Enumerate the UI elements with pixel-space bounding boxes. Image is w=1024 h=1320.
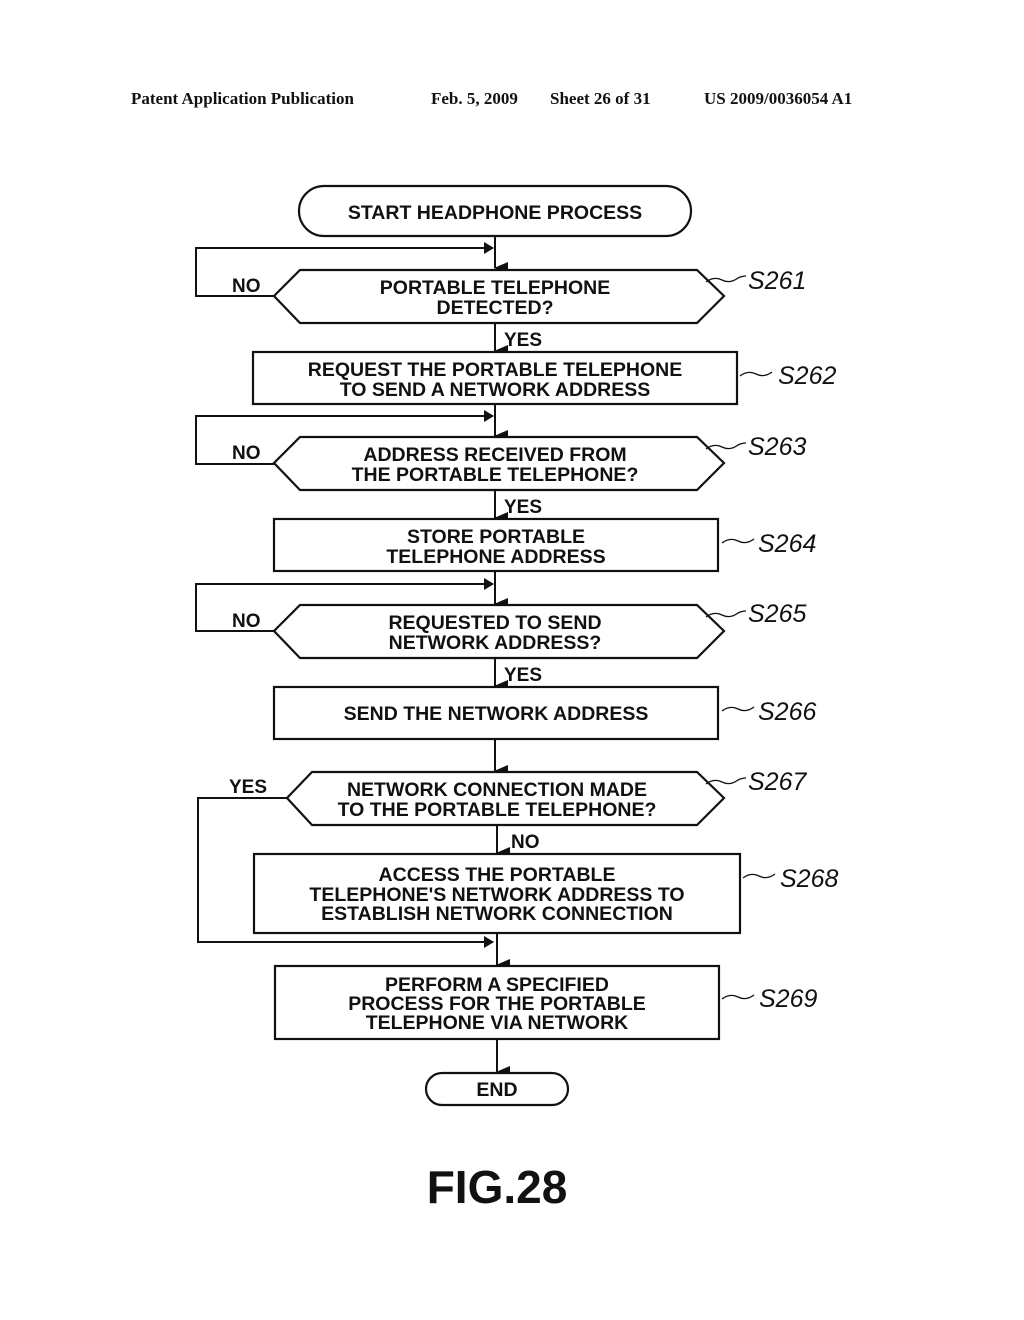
svg-text:SEND THE NETWORK ADDRESS: SEND THE NETWORK ADDRESS (344, 703, 649, 725)
svg-text:TO SEND A NETWORK ADDRESS: TO SEND A NETWORK ADDRESS (340, 379, 651, 401)
leader-line (721, 994, 755, 1000)
svg-text:REQUEST THE PORTABLE TELEPHONE: REQUEST THE PORTABLE TELEPHONE (308, 359, 683, 381)
yes-label: YES (504, 665, 542, 686)
svg-text:THE PORTABLE TELEPHONE?: THE PORTABLE TELEPHONE? (352, 464, 639, 486)
leader-line (705, 275, 747, 283)
no-label: NO (232, 443, 261, 464)
svg-text:PORTABLE TELEPHONE: PORTABLE TELEPHONE (380, 277, 610, 299)
leader-line (705, 442, 747, 450)
leader-line (739, 371, 773, 377)
yes-label: YES (504, 330, 542, 351)
decision-s263: ADDRESS RECEIVED FROM THE PORTABLE TELEP… (232, 433, 806, 518)
process-s262: REQUEST THE PORTABLE TELEPHONE TO SEND A… (251, 350, 836, 406)
no-label: NO (232, 611, 261, 632)
leader-line (721, 538, 755, 544)
svg-text:TO THE PORTABLE TELEPHONE?: TO THE PORTABLE TELEPHONE? (338, 799, 657, 821)
svg-text:ESTABLISH NETWORK CONNECTION: ESTABLISH NETWORK CONNECTION (321, 903, 673, 925)
step-label: S265 (748, 600, 806, 628)
leader-line (721, 706, 755, 712)
decision-s265: REQUESTED TO SEND NETWORK ADDRESS? NO YE… (232, 600, 806, 686)
decision-s261: PORTABLE TELEPHONE DETECTED? NO YES S261 (232, 267, 806, 351)
process-s264: STORE PORTABLE TELEPHONE ADDRESS S264 (272, 517, 816, 573)
step-label: S266 (758, 698, 816, 726)
flowchart: START HEADPHONE PROCESS PORTABLE TELEPHO… (195, 184, 838, 1213)
svg-text:STORE PORTABLE: STORE PORTABLE (407, 526, 585, 548)
svg-text:ADDRESS RECEIVED FROM: ADDRESS RECEIVED FROM (363, 444, 626, 466)
svg-text:REQUESTED TO SEND: REQUESTED TO SEND (388, 612, 601, 634)
step-label: S263 (748, 433, 806, 461)
process-s268: ACCESS THE PORTABLE TELEPHONE'S NETWORK … (252, 852, 838, 935)
step-label: S267 (748, 768, 807, 796)
step-label: S269 (759, 985, 817, 1013)
svg-text:TELEPHONE ADDRESS: TELEPHONE ADDRESS (386, 546, 605, 568)
step-label: S261 (748, 267, 806, 295)
svg-text:DETECTED?: DETECTED? (437, 297, 554, 319)
start-node: START HEADPHONE PROCESS (297, 184, 693, 238)
decision-s267: NETWORK CONNECTION MADE TO THE PORTABLE … (229, 768, 807, 853)
svg-text:ACCESS THE PORTABLE: ACCESS THE PORTABLE (379, 864, 616, 886)
leader-line (742, 873, 776, 879)
figure-label: FIG.28 (427, 1161, 568, 1213)
end-label: END (476, 1079, 517, 1101)
no-label: NO (511, 832, 540, 853)
process-s266: SEND THE NETWORK ADDRESS S266 (272, 685, 816, 741)
leader-line (705, 610, 747, 618)
svg-text:NETWORK ADDRESS?: NETWORK ADDRESS? (389, 632, 602, 654)
svg-text:NETWORK CONNECTION MADE: NETWORK CONNECTION MADE (347, 779, 647, 801)
step-label: S264 (758, 530, 816, 558)
leader-line (705, 777, 747, 785)
no-label: NO (232, 276, 261, 297)
svg-text:TELEPHONE VIA NETWORK: TELEPHONE VIA NETWORK (366, 1012, 629, 1034)
start-label: START HEADPHONE PROCESS (348, 202, 642, 224)
end-node: END (424, 1071, 570, 1107)
process-s269: PERFORM A SPECIFIED PROCESS FOR THE PORT… (273, 964, 817, 1041)
step-label: S268 (780, 865, 838, 893)
yes-label: YES (504, 497, 542, 518)
yes-label: YES (229, 777, 267, 798)
step-label: S262 (778, 362, 836, 390)
